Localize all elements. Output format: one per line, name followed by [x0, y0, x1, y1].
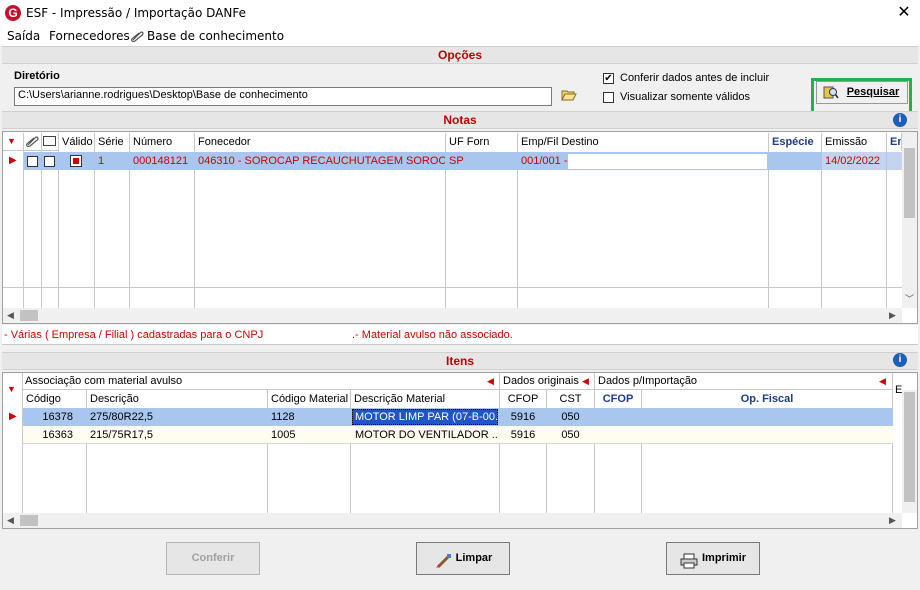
scroll-right-icon-itens[interactable]: ▶ [889, 515, 896, 526]
pesquisar-button[interactable]: Pesquisar [816, 81, 908, 104]
menu-saida[interactable]: Saída [7, 29, 40, 43]
sort-down-icon-itens: ▼ [7, 384, 16, 394]
col-codigo[interactable]: Código [23, 390, 87, 408]
document-col-icon [43, 136, 56, 146]
col-cfop[interactable]: CFOP [500, 390, 547, 408]
col-descricao[interactable]: Descrição [87, 390, 268, 408]
collapse-import-icon[interactable]: ◀ [879, 376, 886, 387]
col-codigo-material[interactable]: Código Material [268, 390, 351, 408]
item2-cfop: 5916 [510, 429, 536, 441]
folder-open-icon[interactable] [561, 88, 577, 102]
col-op-fiscal[interactable]: Op. Fiscal [642, 390, 893, 408]
col-numero[interactable]: Número [130, 133, 195, 151]
group-assoc: Associação com material avulso [25, 375, 183, 387]
legend-avulso: .- Material avulso não associado. [352, 329, 513, 341]
diretorio-input[interactable]: C:\Users\arianne.rodrigues\Desktop\Base … [14, 87, 552, 106]
window-title: ESF - Impressão / Importação DANFe [26, 6, 246, 20]
row-pointer-icon: ▶ [9, 155, 17, 166]
scroll-right-icon[interactable]: ▶ [889, 310, 896, 321]
info-icon[interactable]: i [893, 113, 907, 127]
cell-serie: 1 [98, 155, 105, 167]
close-icon[interactable]: ✕ [892, 3, 916, 23]
item2-cod-mat: 1005 [271, 429, 296, 441]
diretorio-label: Diretório [14, 70, 60, 82]
cell-fornecedor: 046310 - SOROCAP RECAUCHUTAGEM SOROC... [198, 155, 445, 167]
menu-base-conhecimento[interactable]: Base de conhecimento [147, 29, 284, 43]
col-destino[interactable]: Emp/Fil Destino [518, 133, 769, 151]
item2-descricao: 215/75R17,5 [90, 429, 153, 441]
paperclip-icon [130, 30, 144, 43]
itens-vscroll[interactable] [902, 390, 917, 513]
notas-vscroll-thumb[interactable] [904, 148, 915, 218]
row-check-1[interactable] [27, 156, 38, 167]
legend-varias: - Várias ( Empresa / Filial ) cadastrada… [4, 329, 264, 341]
notas-hscroll-thumb[interactable] [20, 310, 38, 321]
col-especie[interactable]: Espécie [769, 133, 822, 151]
printer-icon [680, 551, 698, 569]
col-en[interactable]: En [887, 133, 902, 151]
scroll-left-icon[interactable]: ◀ [7, 310, 14, 321]
col-cst[interactable]: CST [547, 390, 595, 408]
sort-down-icon: ▼ [7, 136, 16, 146]
imprimir-button[interactable]: Imprimir [666, 542, 760, 575]
limpar-button[interactable]: Limpar [416, 542, 510, 575]
item2-desc-mat[interactable]: MOTOR DO VENTILADOR ... [352, 427, 498, 443]
item2-cst: 050 [561, 429, 580, 441]
notas-hscroll[interactable]: ◀ ▶ [3, 308, 902, 323]
col-valido[interactable]: Válido [59, 133, 95, 151]
valido-indicator [70, 155, 82, 167]
imprimir-label: Imprimir [701, 552, 746, 564]
item1-cst: 050 [561, 411, 580, 423]
itens-hscroll[interactable]: ◀ ▶ [3, 513, 902, 528]
validos-checkbox[interactable] [603, 92, 614, 103]
collapse-assoc-icon[interactable]: ◀ [487, 376, 494, 387]
item1-desc-mat[interactable]: MOTOR LIMP PAR (07-B-00... [352, 409, 498, 425]
collapse-orig-icon[interactable]: ◀ [582, 376, 589, 387]
eraser-brush-icon [435, 551, 452, 569]
validos-label: Visualizar somente válidos [620, 91, 751, 103]
item1-cfop: 5916 [510, 411, 536, 423]
conferir-button[interactable]: Conferir [166, 542, 260, 575]
item1-codigo: 16378 [42, 411, 73, 423]
limpar-label: Limpar [455, 552, 493, 564]
cell-emissao: 14/02/2022 [825, 155, 881, 167]
info-icon-itens[interactable]: i [893, 353, 907, 367]
itens-vscroll-thumb[interactable] [904, 392, 915, 502]
group-orig: Dados originais [503, 375, 579, 387]
app-logo: G [5, 5, 21, 21]
scroll-down-icon[interactable]: ﹀ [905, 292, 914, 305]
col-uf[interactable]: UF Forn [446, 133, 518, 151]
cell-numero: 000148121 [133, 155, 189, 167]
col-serie[interactable]: Série [95, 133, 130, 151]
row-pointer-icon-itens: ▶ [9, 411, 17, 422]
opcoes-title: Opções [437, 48, 482, 62]
item1-descricao: 275/80R22,5 [90, 411, 153, 423]
conferir-label: Conferir dados antes de incluir [620, 72, 770, 84]
conferir-checkbox[interactable]: ✔ [603, 73, 614, 84]
col-emissao[interactable]: Emissão [822, 133, 887, 151]
menu-fornecedores[interactable]: Fornecedores [49, 29, 130, 43]
notas-title: Notas [443, 113, 477, 127]
notas-vscroll[interactable]: ﹀ [902, 132, 917, 308]
item2-codigo: 16363 [42, 429, 73, 441]
pesquisar-label: Pesquisar [846, 86, 900, 98]
destino-edit[interactable] [568, 154, 767, 169]
col-descricao-material[interactable]: Descrição Material [351, 390, 500, 408]
itens-title: Itens [445, 354, 474, 368]
item1-cod-mat: 1128 [271, 411, 295, 423]
scroll-left-icon-itens[interactable]: ◀ [7, 515, 14, 526]
row-check-2[interactable] [44, 156, 55, 167]
col-fornecedor[interactable]: Fonecedor [195, 133, 446, 151]
itens-hscroll-thumb[interactable] [20, 515, 38, 526]
group-import: Dados p/Importação [598, 375, 698, 387]
book-search-icon [823, 85, 839, 100]
cell-uf: SP [449, 155, 464, 167]
paperclip-col-icon [25, 134, 39, 148]
col-cfop-import[interactable]: CFOP [595, 390, 642, 408]
